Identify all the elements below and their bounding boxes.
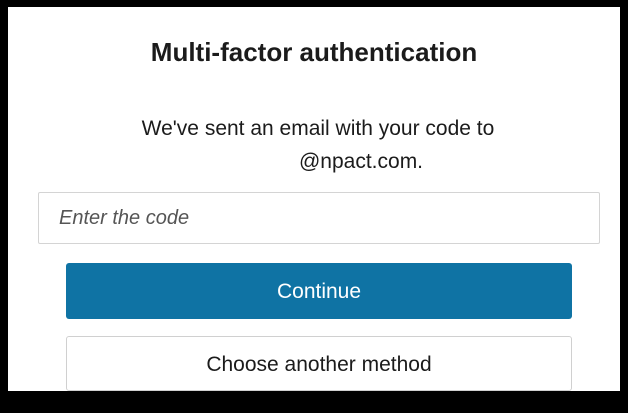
code-sent-message-line1: We've sent an email with your code to — [141, 117, 495, 140]
dialog-title: Multi-factor authentication — [150, 37, 478, 67]
code-sent-message-email: @npact.com. — [298, 150, 424, 173]
code-input[interactable] — [38, 192, 600, 244]
code-sent-message: We've sent an email with your code to @n… — [0, 112, 628, 178]
choose-another-method-button[interactable]: Choose another method — [66, 336, 572, 391]
continue-button[interactable]: Continue — [66, 263, 572, 319]
